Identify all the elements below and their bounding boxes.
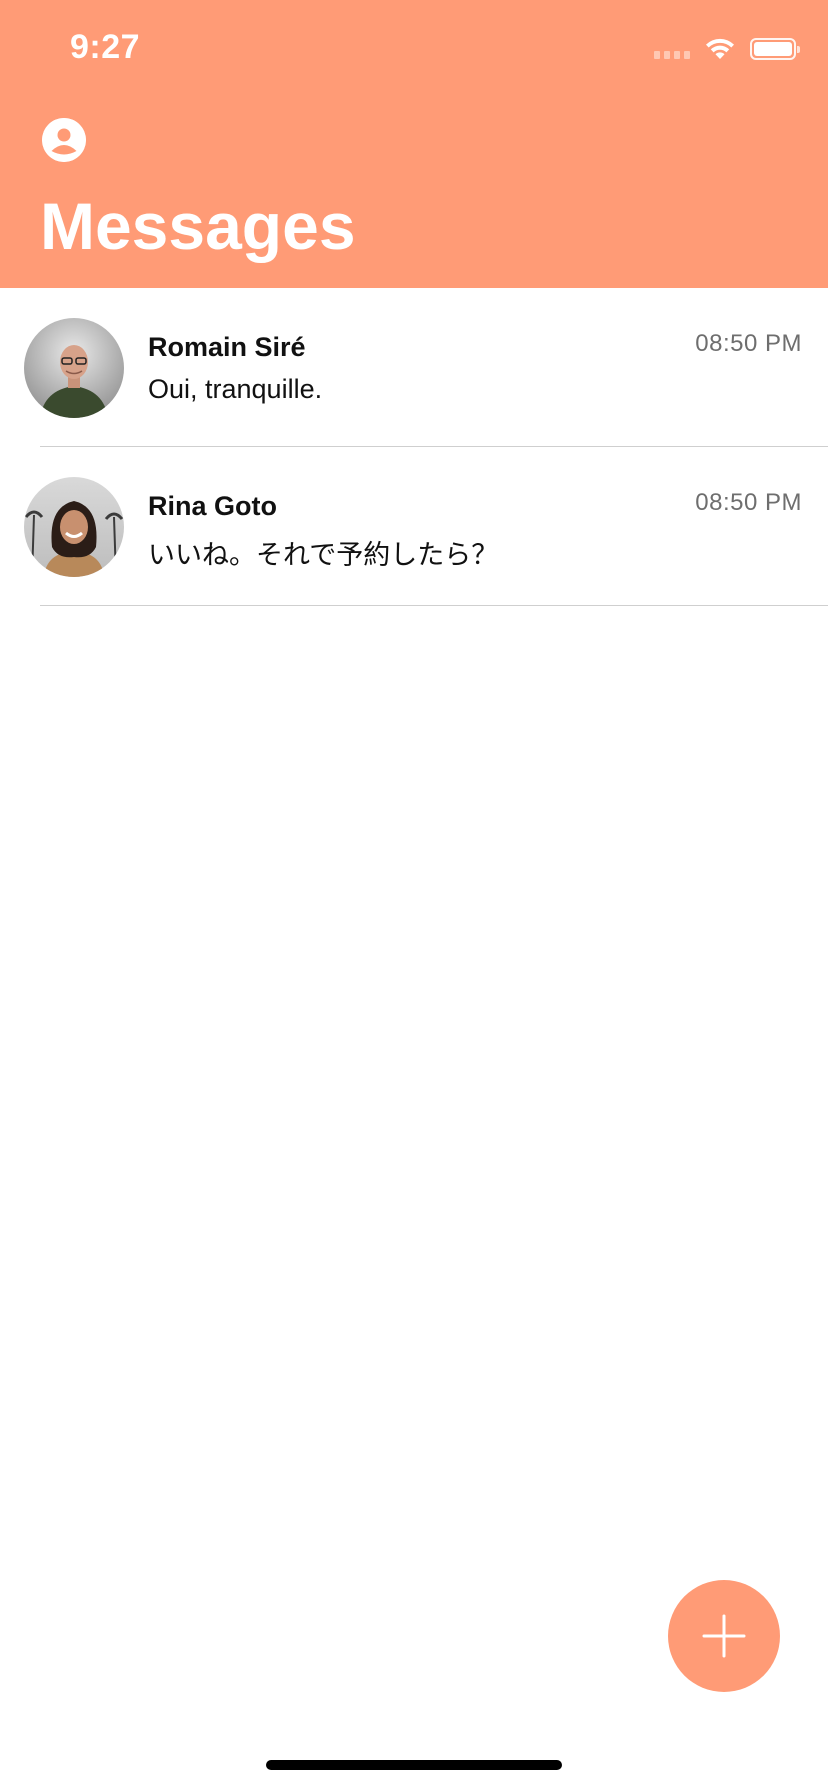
person-circle-icon <box>42 118 86 162</box>
divider <box>40 605 828 606</box>
new-message-button[interactable] <box>668 1580 780 1692</box>
signal-icon <box>654 39 690 59</box>
conversation-row[interactable]: Romain Siré Oui, tranquille. 08:50 PM <box>0 288 828 447</box>
message-time: 08:50 PM <box>695 330 802 357</box>
message-preview: いいね。それで予約したら？ <box>148 540 499 570</box>
conversation-list: Romain Siré Oui, tranquille. 08:50 PM Ri… <box>0 288 828 606</box>
status-icons <box>654 34 800 64</box>
profile-button[interactable] <box>42 118 86 162</box>
status-time: 9:27 <box>70 28 141 66</box>
message-time: 08:50 PM <box>695 489 802 516</box>
header: 9:27 Messages <box>0 0 828 288</box>
page-title: Messages <box>40 189 356 263</box>
plus-icon <box>702 1614 746 1658</box>
home-indicator <box>266 1760 562 1770</box>
contact-name: Romain Siré <box>148 332 306 362</box>
contact-name: Rina Goto <box>148 491 277 521</box>
battery-icon <box>750 38 800 60</box>
wifi-icon <box>706 38 734 59</box>
avatar <box>24 477 124 577</box>
conversation-row[interactable]: Rina Goto いいね。それで予約したら？ 08:50 PM <box>0 447 828 606</box>
message-preview: Oui, tranquille. <box>148 374 323 404</box>
avatar <box>24 318 124 418</box>
